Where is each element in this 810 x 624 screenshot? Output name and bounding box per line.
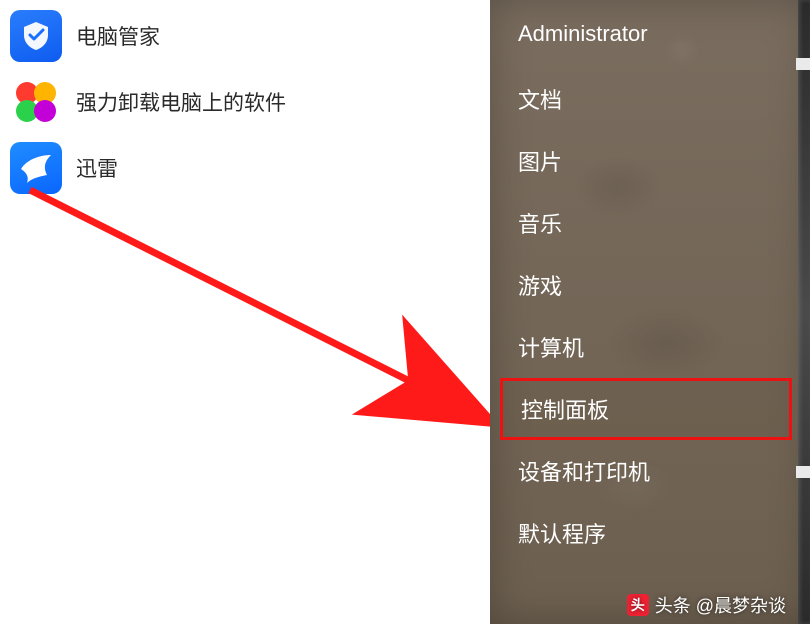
edge-notch: [796, 58, 810, 70]
start-menu-right-pane: Administrator 文档 图片 音乐 游戏 计算机 控制面板 设备和打印…: [490, 0, 810, 624]
menu-item-label: 设备和打印机: [518, 455, 650, 487]
menu-item-devices-printers[interactable]: 设备和打印机: [500, 440, 792, 502]
petals-icon: [10, 76, 62, 128]
screen-edge-strip: [798, 0, 810, 624]
program-item-xunlei[interactable]: 迅雷: [10, 138, 490, 198]
menu-item-pictures[interactable]: 图片: [500, 130, 792, 192]
menu-item-control-panel[interactable]: 控制面板: [500, 378, 792, 440]
program-label: 电脑管家: [76, 21, 160, 51]
menu-item-label: 计算机: [518, 331, 584, 363]
bird-icon: [10, 142, 62, 194]
menu-item-label: 文档: [518, 83, 562, 115]
program-item-uninstaller[interactable]: 强力卸载电脑上的软件: [10, 72, 490, 132]
menu-item-label: Administrator: [518, 21, 648, 47]
shield-icon: [10, 10, 62, 62]
menu-item-administrator[interactable]: Administrator: [500, 0, 792, 68]
watermark-text: 头条 @晨梦杂谈: [655, 592, 786, 618]
program-label: 强力卸载电脑上的软件: [76, 87, 286, 117]
menu-item-computer[interactable]: 计算机: [500, 316, 792, 378]
menu-item-label: 游戏: [518, 269, 562, 301]
menu-item-label: 默认程序: [518, 517, 606, 549]
menu-item-documents[interactable]: 文档: [500, 68, 792, 130]
menu-item-label: 图片: [518, 145, 562, 177]
start-menu-programs-pane: 电脑管家 强力卸载电脑上的软件 迅雷: [0, 0, 490, 624]
watermark-badge-icon: 头: [627, 594, 649, 616]
menu-item-label: 音乐: [518, 207, 562, 239]
program-item-pc-manager[interactable]: 电脑管家: [10, 6, 490, 66]
watermark: 头 头条 @晨梦杂谈: [627, 592, 786, 618]
menu-item-label: 控制面板: [521, 393, 609, 425]
menu-item-default-programs[interactable]: 默认程序: [500, 502, 792, 564]
edge-notch: [796, 466, 810, 478]
program-label: 迅雷: [76, 153, 118, 183]
menu-item-games[interactable]: 游戏: [500, 254, 792, 316]
menu-item-music[interactable]: 音乐: [500, 192, 792, 254]
